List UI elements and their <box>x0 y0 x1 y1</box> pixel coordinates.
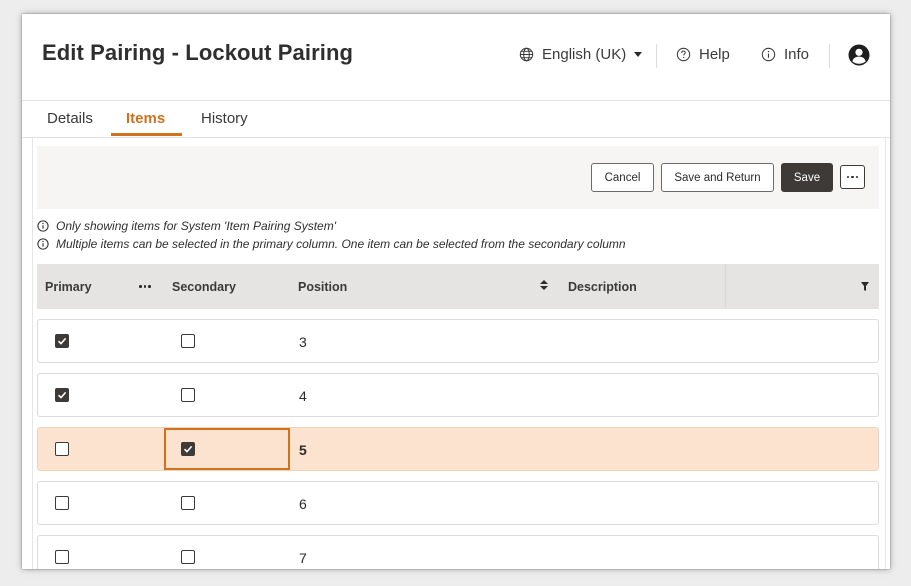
filter-icon[interactable] <box>861 282 869 291</box>
secondary-checkbox[interactable] <box>181 496 195 510</box>
more-dots-icon <box>846 175 859 179</box>
position-cell: 3 <box>299 334 307 350</box>
save-and-return-button[interactable]: Save and Return <box>661 163 774 192</box>
info-label: Info <box>784 46 810 63</box>
help-link[interactable]: Help <box>676 46 730 63</box>
sort-icon[interactable] <box>540 280 548 290</box>
primary-checkbox[interactable] <box>55 334 69 348</box>
column-menu-icon[interactable] <box>139 285 151 288</box>
items-panel: Cancel Save and Return Save Only showing… <box>32 138 886 569</box>
primary-checkbox[interactable] <box>55 496 69 510</box>
help-circle-icon <box>676 47 691 62</box>
info-note: Multiple items can be selected in the pr… <box>37 237 626 251</box>
checkmark-icon <box>57 391 67 399</box>
note-text: Multiple items can be selected in the pr… <box>56 237 626 251</box>
header-divider <box>656 44 657 68</box>
column-header-secondary[interactable]: Secondary <box>172 280 236 294</box>
info-link[interactable]: Info <box>761 46 809 63</box>
table-row[interactable]: 4 <box>37 373 879 417</box>
action-toolbar: Cancel Save and Return Save <box>37 146 879 209</box>
note-text: Only showing items for System 'Item Pair… <box>56 219 337 233</box>
tab-details[interactable]: Details <box>47 110 93 138</box>
page-header: Edit Pairing - Lockout Pairing English (… <box>22 14 890 101</box>
position-cell: 7 <box>299 550 307 566</box>
column-header-primary[interactable]: Primary <box>45 280 92 294</box>
checkmark-icon <box>57 337 67 345</box>
primary-checkbox[interactable] <box>55 550 69 564</box>
secondary-checkbox[interactable] <box>181 334 195 348</box>
table-row[interactable]: 6 <box>37 481 879 525</box>
table-row[interactable]: 3 <box>37 319 879 363</box>
position-cell: 5 <box>299 442 307 458</box>
chevron-down-icon <box>634 52 643 57</box>
primary-checkbox[interactable] <box>55 442 69 456</box>
primary-checkbox[interactable] <box>55 388 69 402</box>
info-note: Only showing items for System 'Item Pair… <box>37 219 336 233</box>
active-tab-indicator <box>111 133 182 136</box>
tab-history[interactable]: History <box>201 110 248 138</box>
app-window: Edit Pairing - Lockout Pairing English (… <box>22 14 890 569</box>
page-title: Edit Pairing - Lockout Pairing <box>42 40 354 65</box>
tab-bar: Details Items History <box>22 102 890 138</box>
header-divider <box>829 44 830 68</box>
more-actions-button[interactable] <box>840 165 865 189</box>
grid-header: Primary Secondary Position Description <box>37 264 879 309</box>
secondary-checkbox[interactable] <box>181 388 195 402</box>
language-selector[interactable]: English (UK) <box>519 46 643 63</box>
globe-icon <box>519 47 534 62</box>
secondary-checkbox[interactable] <box>181 442 195 456</box>
position-cell: 6 <box>299 496 307 512</box>
info-circle-icon <box>761 47 776 62</box>
help-label: Help <box>699 46 730 63</box>
column-header-position[interactable]: Position <box>298 280 347 294</box>
info-circle-icon <box>37 220 49 232</box>
position-cell: 4 <box>299 388 307 404</box>
language-label: English (UK) <box>542 46 627 63</box>
save-button[interactable]: Save <box>781 163 833 192</box>
column-header-description[interactable]: Description <box>568 280 637 294</box>
table-row-selected[interactable]: 5 <box>37 427 879 471</box>
secondary-checkbox[interactable] <box>181 550 195 564</box>
table-row[interactable]: 7 <box>37 535 879 569</box>
info-circle-icon <box>37 238 49 250</box>
checkmark-icon <box>183 445 193 453</box>
cancel-button[interactable]: Cancel <box>591 163 654 192</box>
column-divider <box>725 264 726 309</box>
user-avatar-icon[interactable] <box>848 44 870 71</box>
